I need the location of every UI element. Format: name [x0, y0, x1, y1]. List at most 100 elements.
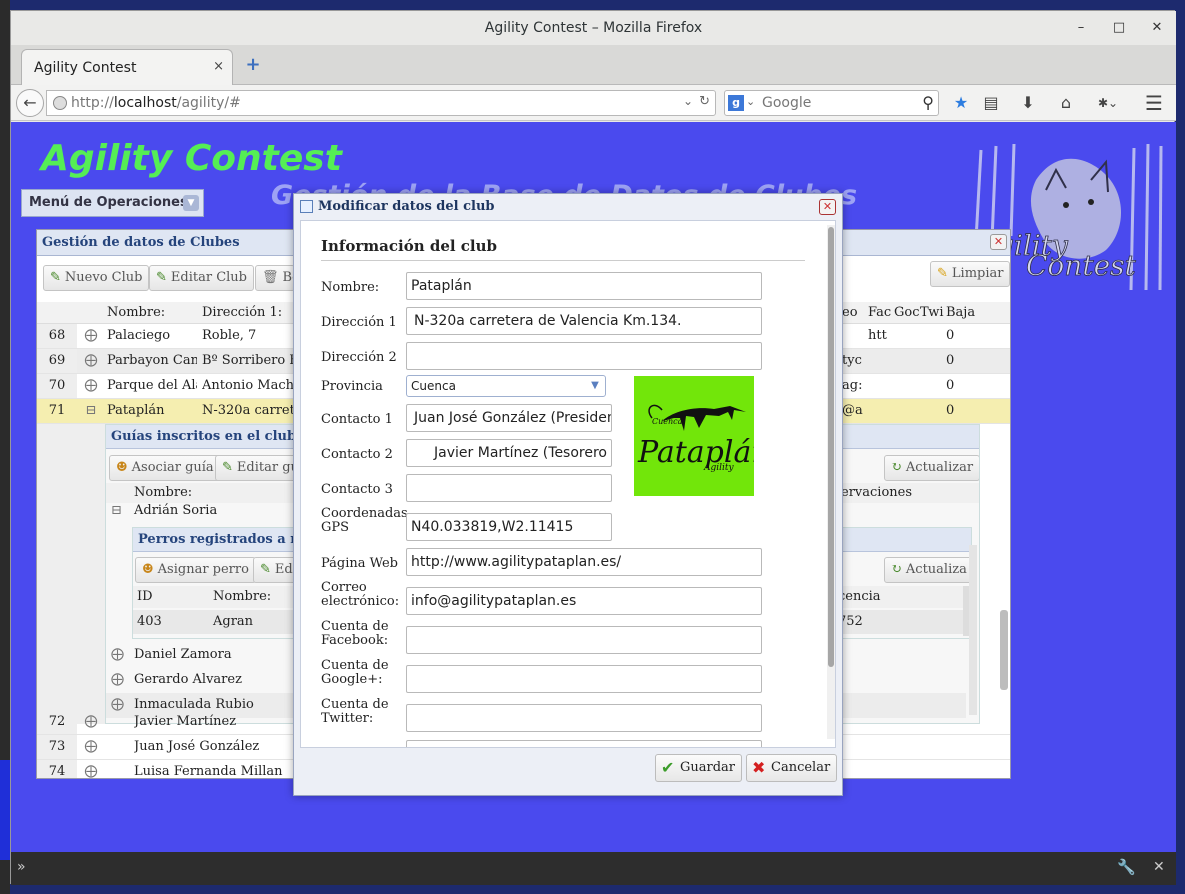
- contacto3-field[interactable]: [406, 474, 612, 502]
- hamburger-menu-icon[interactable]: ☰: [1141, 90, 1167, 116]
- bookmark-star-icon[interactable]: ★: [948, 90, 974, 116]
- new-club-button[interactable]: ✎ Nuevo Club: [43, 265, 150, 291]
- twitter-field[interactable]: [406, 704, 762, 732]
- row-number: 71: [37, 399, 77, 423]
- edit-club-button[interactable]: ✎ Editar Club: [149, 265, 254, 291]
- detail-gutter: [37, 424, 105, 724]
- reload-icon[interactable]: ↻: [699, 94, 710, 109]
- engine-dropdown-icon[interactable]: ⌄: [746, 95, 755, 108]
- provincia-value: Cuenca: [411, 379, 456, 393]
- expand-icon[interactable]: ⨁: [79, 328, 103, 343]
- collapse-icon[interactable]: ⊟: [111, 503, 122, 518]
- direccion2-field[interactable]: [406, 342, 762, 370]
- delete-club-button[interactable]: 🗑Bo: [255, 265, 295, 291]
- cancel-button[interactable]: ✖ Cancelar: [746, 754, 838, 782]
- operations-menu-button[interactable]: Menú de Operaciones ▼: [21, 189, 204, 217]
- cell-nombre: Luisa Fernanda Millan: [134, 764, 283, 779]
- save-label: Guardar: [680, 760, 736, 775]
- web-field[interactable]: http://www.agilitypataplan.es/: [406, 548, 762, 576]
- label-contacto1: Contacto 1: [321, 412, 393, 427]
- dialog-close-button[interactable]: ✕: [819, 199, 836, 215]
- expand-icon[interactable]: ⨁: [111, 672, 124, 687]
- search-bar[interactable]: g ⌄ Google ⚲: [724, 90, 939, 116]
- edit-guide-button[interactable]: ✎ Editar gu: [215, 455, 300, 481]
- addon-icon[interactable]: ✱⌄: [1091, 90, 1125, 116]
- club-logo: Pataplán Cuenca Agility: [634, 376, 771, 496]
- label-email: Correo electrónico:: [321, 580, 400, 609]
- home-icon[interactable]: ⌂: [1053, 90, 1079, 116]
- col-dog-id[interactable]: ID: [137, 589, 153, 604]
- expand-icon[interactable]: ⨁: [79, 764, 103, 778]
- col-direccion[interactable]: Dirección 1:: [202, 305, 282, 320]
- addon-bar: » 🔧 ✕: [11, 852, 1176, 885]
- guides-scrollbar[interactable]: [969, 545, 977, 715]
- col-fac[interactable]: Fac: [868, 305, 891, 320]
- search-icon[interactable]: ⚲: [922, 93, 934, 112]
- window-titlebar: Agility Contest – Mozilla Firefox – □ ✕: [11, 11, 1176, 45]
- dialog-scrollbar[interactable]: [827, 225, 835, 739]
- col-dog-name[interactable]: Nombre:: [213, 589, 271, 604]
- scrollbar-thumb[interactable]: [828, 227, 834, 667]
- expand-icon[interactable]: ⨁: [79, 378, 103, 393]
- panel-scrollbar[interactable]: [1000, 610, 1008, 690]
- facebook-field[interactable]: [406, 626, 762, 654]
- close-window-button[interactable]: ✕: [1142, 11, 1172, 45]
- collapse-icon[interactable]: ⊟: [79, 403, 103, 418]
- search-placeholder: Google: [762, 95, 812, 111]
- label-facebook: Cuenta de Facebook:: [321, 619, 389, 648]
- next-field-partial[interactable]: [406, 740, 762, 747]
- maximize-button[interactable]: □: [1104, 11, 1134, 45]
- people-icon: ☻: [116, 460, 128, 475]
- refresh-guides-button[interactable]: ↻ Actualizar: [884, 455, 979, 481]
- contacto2-field[interactable]: Javier Martínez (Tesorero: [406, 439, 612, 467]
- save-button[interactable]: ✔ Guardar: [655, 754, 743, 782]
- url-history-dropdown-icon[interactable]: ⌄: [683, 94, 693, 108]
- downloads-icon[interactable]: ⬇: [1015, 90, 1041, 116]
- direccion1-field[interactable]: N-320a carretera de Valencia Km.134.: [406, 307, 762, 335]
- expand-icon[interactable]: ⨁: [79, 353, 103, 368]
- google-field[interactable]: [406, 665, 762, 693]
- cell-extra: @a: [842, 403, 863, 418]
- col-nombre[interactable]: Nombre:: [107, 305, 165, 320]
- dialog-header: Modificar datos del club: [294, 194, 842, 220]
- clear-button[interactable]: ✎ Limpiar: [930, 261, 1010, 287]
- label-contacto2: Contacto 2: [321, 447, 393, 462]
- gps-field[interactable]: N40.033819,W2.11415: [406, 513, 612, 541]
- contacto1-field[interactable]: Juan José González (President: [406, 404, 612, 432]
- assign-dog-button[interactable]: ☻ Asignar perro: [135, 557, 256, 583]
- expand-icon[interactable]: ⨁: [111, 647, 124, 662]
- bookmarks-menu-icon[interactable]: ▤: [978, 90, 1004, 116]
- expand-icon[interactable]: ⨁: [79, 739, 103, 754]
- edit-dog-button[interactable]: ✎ Edi: [253, 557, 298, 583]
- panel-close-button[interactable]: ✕: [990, 234, 1007, 250]
- checkmark-icon: ✔: [661, 758, 675, 777]
- assign-guide-button[interactable]: ☻ Asociar guía: [109, 455, 221, 481]
- col-guide-name[interactable]: Nombre:: [134, 485, 192, 500]
- row-number: 69: [37, 349, 77, 373]
- refresh-dogs-button[interactable]: ↻ Actualiza: [884, 557, 971, 583]
- minimize-button[interactable]: –: [1066, 11, 1096, 45]
- wrench-icon[interactable]: 🔧: [1117, 858, 1136, 876]
- col-observaciones[interactable]: ervaciones: [841, 485, 912, 500]
- tab-agility-contest[interactable]: Agility Contest ×: [21, 49, 233, 85]
- google-engine-icon[interactable]: g: [728, 95, 744, 111]
- back-button[interactable]: ←: [16, 89, 44, 117]
- email-field[interactable]: info@agilitypataplan.es: [406, 587, 762, 615]
- nombre-field[interactable]: Pataplán: [406, 272, 762, 300]
- col-twi[interactable]: Twi: [920, 305, 944, 320]
- col-eo[interactable]: eo: [842, 305, 858, 320]
- chevron-right-icon[interactable]: »: [17, 859, 26, 875]
- close-icon[interactable]: ✕: [1153, 859, 1165, 875]
- new-tab-button[interactable]: +: [243, 55, 263, 75]
- col-licencia[interactable]: cencia: [838, 589, 881, 604]
- refresh-icon: ↻: [891, 562, 902, 577]
- label-contacto3: Contacto 3: [321, 482, 393, 497]
- pencil-icon: ✎: [156, 270, 167, 285]
- col-goc[interactable]: Goc: [894, 305, 920, 320]
- col-baja[interactable]: Baja: [946, 305, 975, 320]
- expand-icon[interactable]: ⨁: [79, 714, 103, 729]
- url-bar[interactable]: http://localhost/agility/# ⌄ ↻: [46, 90, 716, 116]
- provincia-select[interactable]: Cuenca ▼: [406, 375, 606, 397]
- cell-nombre: Parque del Ala: [107, 378, 197, 393]
- tab-close-icon[interactable]: ×: [213, 59, 224, 74]
